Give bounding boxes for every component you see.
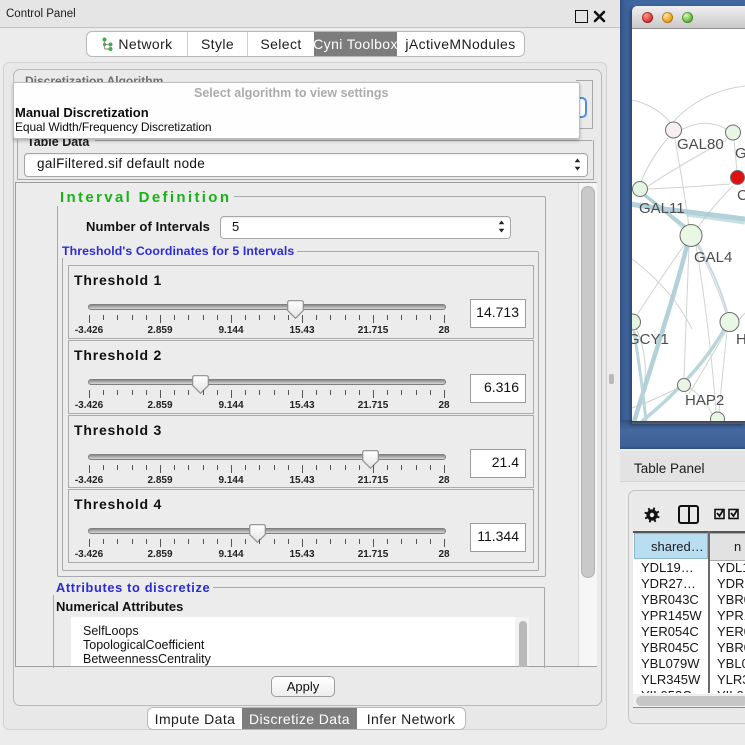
- svg-text:C: C: [737, 187, 745, 204]
- svg-text:GCY1: GCY1: [632, 331, 669, 348]
- svg-text:GAL11: GAL11: [639, 200, 685, 217]
- svg-text:GAL80: GAL80: [677, 136, 724, 153]
- svg-text:HAP2: HAP2: [685, 392, 724, 409]
- svg-text:GAL4: GAL4: [694, 249, 732, 266]
- svg-text:G: G: [735, 145, 745, 162]
- svg-text:H: H: [736, 331, 745, 348]
